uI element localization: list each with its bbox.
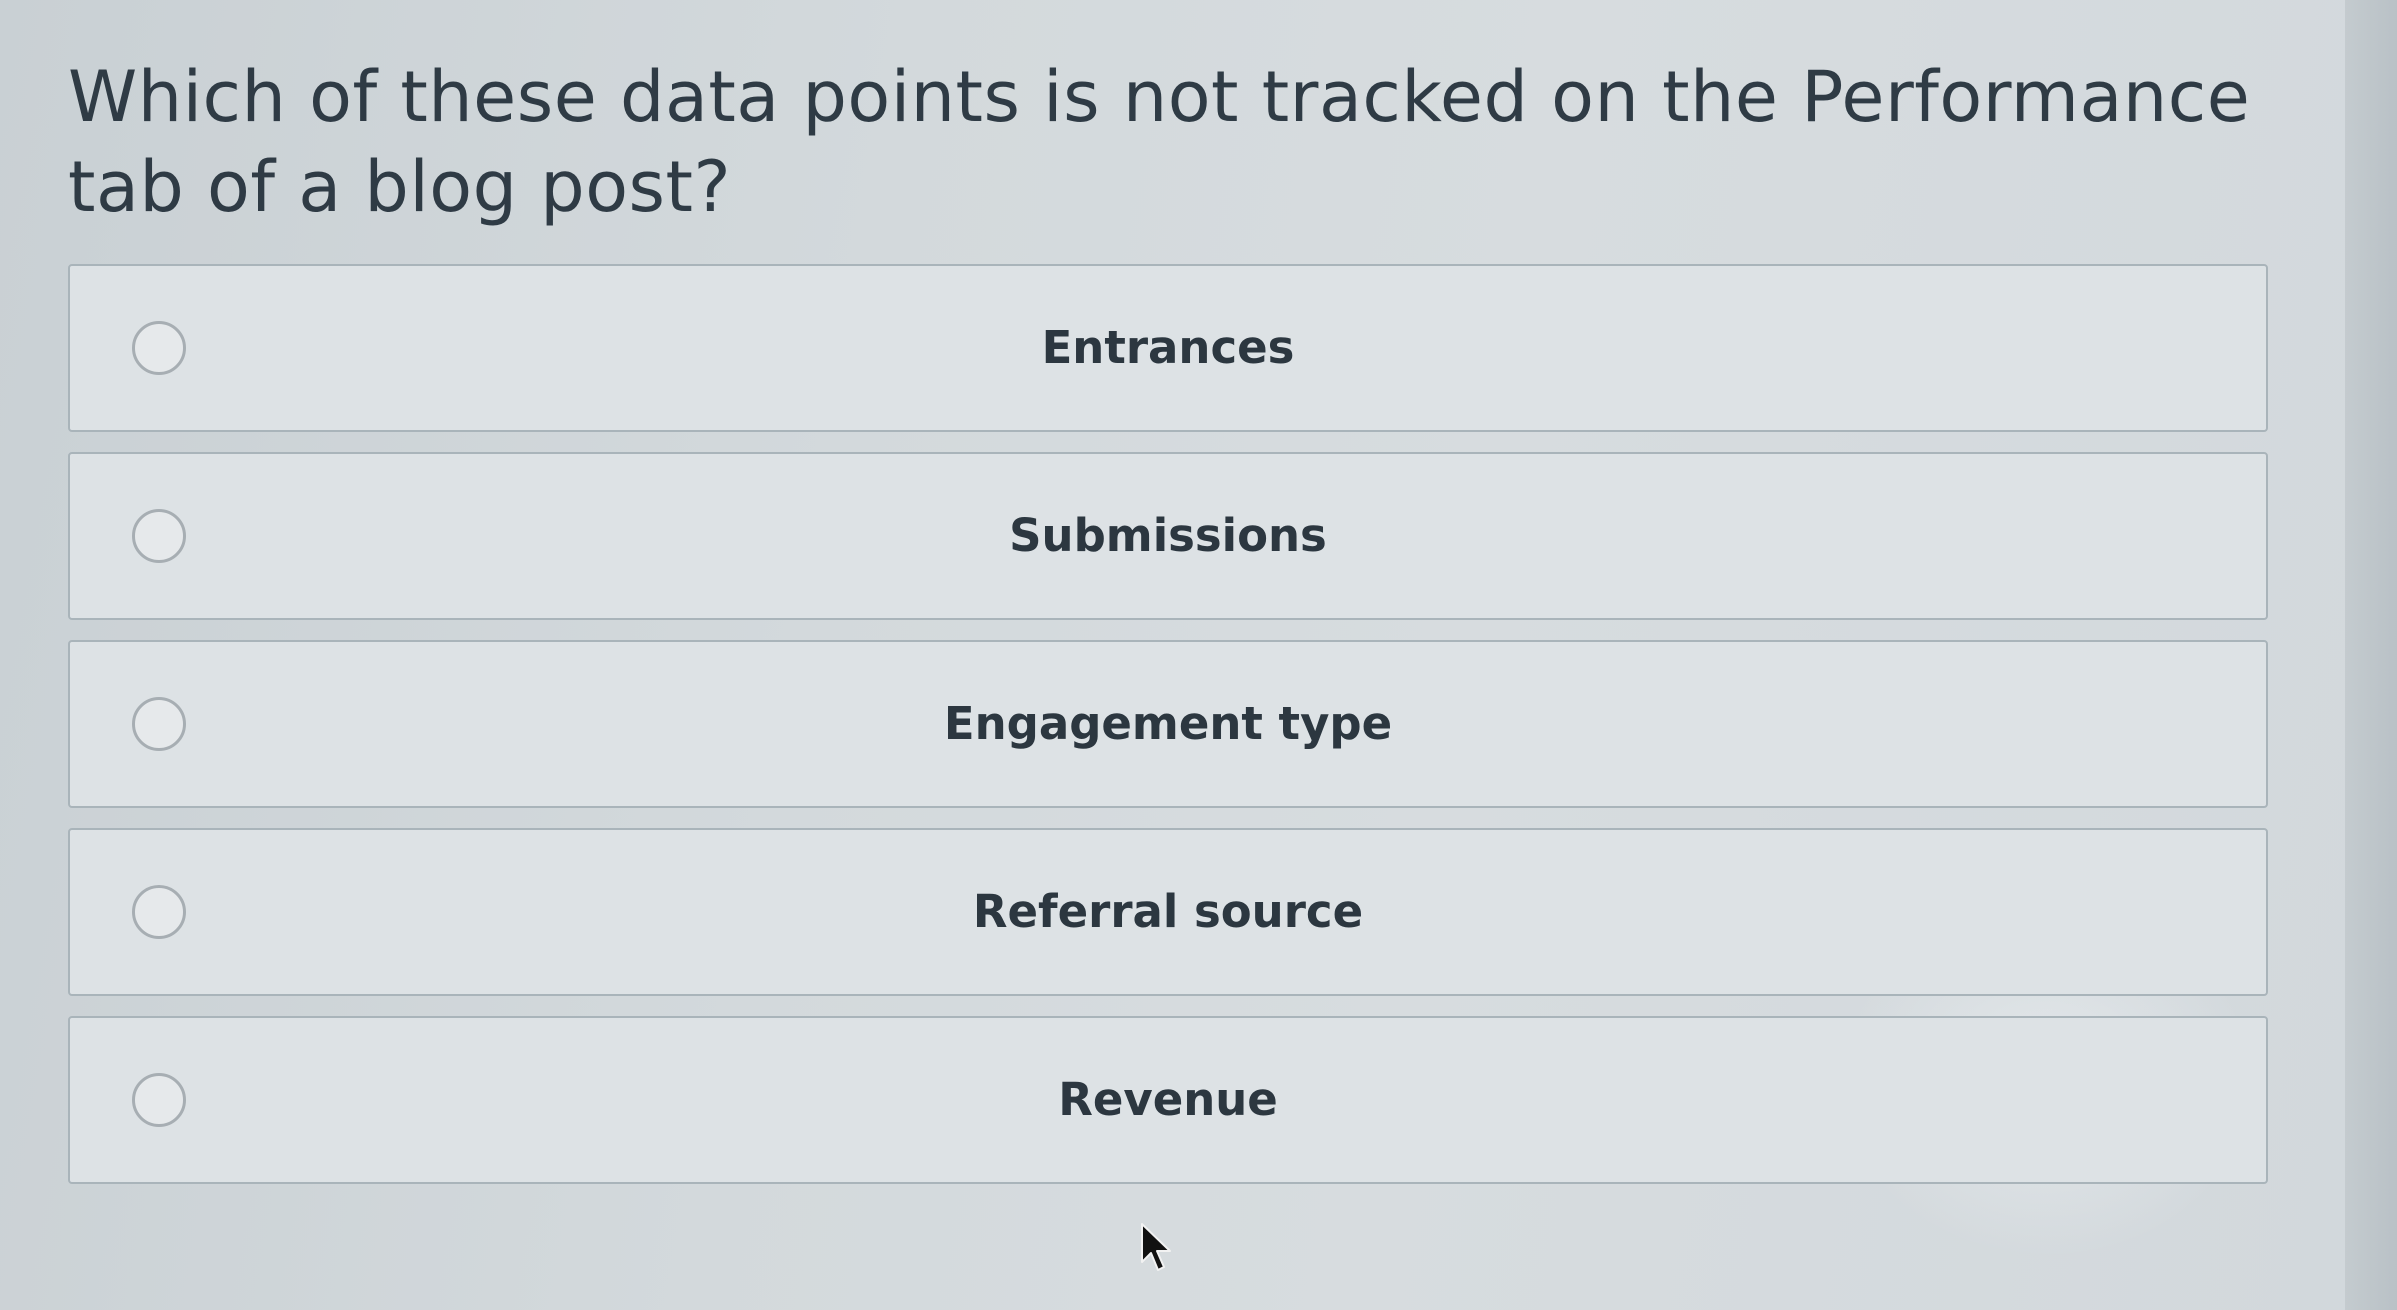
answer-option-label: Entrances <box>1041 321 1295 374</box>
answer-option-referral-source[interactable]: Referral source <box>68 828 2268 996</box>
answer-option-label: Engagement type <box>943 697 1393 750</box>
question-text: Which of these data points is not tracke… <box>68 56 2251 228</box>
answer-option-label: Referral source <box>972 885 1364 938</box>
answer-option-label: Submissions <box>1009 509 1327 562</box>
answer-option-label: Revenue <box>1058 1073 1278 1126</box>
screen-edge <box>2345 0 2397 1310</box>
answer-option-entrances[interactable]: Entrances <box>68 264 2268 432</box>
answer-option-submissions[interactable]: Submissions <box>68 452 2268 620</box>
quiz-page: Which of these data points is not tracke… <box>0 0 2397 1310</box>
answer-option-engagement-type[interactable]: Engagement type <box>68 640 2268 808</box>
answer-options: Entrances Submissions Engagement type Re… <box>68 264 2268 1204</box>
answer-option-revenue[interactable]: Revenue <box>68 1016 2268 1184</box>
mouse-pointer-icon <box>1141 1223 1171 1271</box>
